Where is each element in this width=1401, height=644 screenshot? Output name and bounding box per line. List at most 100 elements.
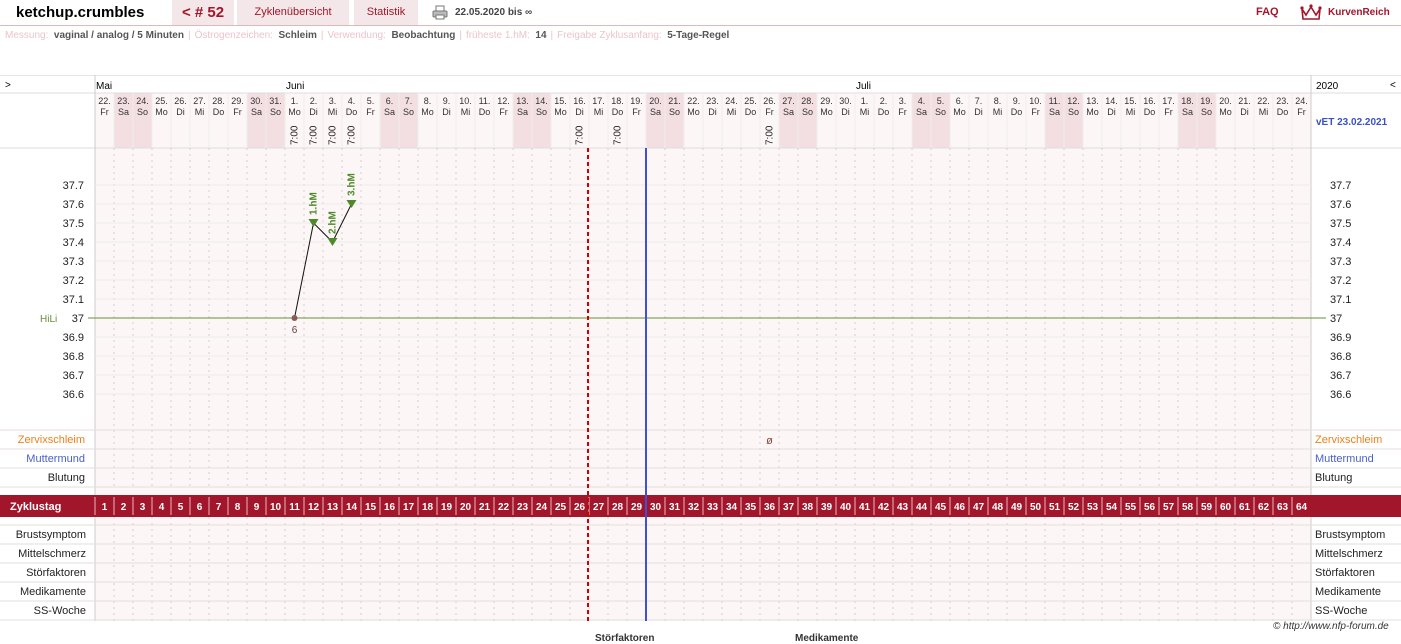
weekday-label: Fr: [499, 107, 508, 117]
y-tick-label-right: 37.4: [1330, 237, 1351, 249]
day-date-label: 3.: [329, 96, 337, 106]
day-date-label: 10.: [459, 96, 472, 106]
day-date-label: 11.: [1049, 96, 1061, 106]
day-date-label: 12.: [497, 96, 510, 106]
cycle-day-number: 41: [859, 502, 871, 513]
statistics-tab[interactable]: Statistik: [354, 0, 418, 25]
cycle-day-number: 13: [327, 502, 339, 513]
setting-label: Verwendung:: [327, 30, 386, 41]
day-date-label: 1.: [291, 96, 299, 106]
weekday-label: Do: [745, 107, 757, 117]
faq-link[interactable]: FAQ: [1256, 0, 1279, 25]
day-date-label: 26.: [174, 96, 187, 106]
y-tick-label-right: 36.9: [1330, 332, 1351, 344]
cycle-day-number: 48: [992, 502, 1004, 513]
settings-separator: |: [320, 30, 324, 41]
day-date-label: 7.: [405, 96, 413, 106]
y-tick-label-right: 37.5: [1330, 218, 1351, 230]
setting-value: 5-Tage-Regel: [667, 30, 730, 41]
cycle-day-number: 9: [254, 502, 260, 513]
cycle-day-number: 33: [707, 502, 719, 513]
nav-next-arrow[interactable]: >: [5, 80, 11, 91]
cycle-day-number: 25: [555, 502, 567, 513]
day-date-label: 5.: [367, 96, 375, 106]
cycle-day-number: 63: [1277, 502, 1289, 513]
cycle-day-number: 8: [235, 502, 241, 513]
weekday-label: So: [1068, 107, 1079, 117]
day-date-label: 24.: [725, 96, 738, 106]
day-date-label: 6.: [956, 96, 964, 106]
weekday-label: Di: [176, 107, 185, 117]
day-date-label: 29.: [820, 96, 833, 106]
weekday-label: Mi: [860, 107, 870, 117]
day-date-label: 25.: [744, 96, 757, 106]
printer-icon[interactable]: [432, 5, 448, 20]
weekday-label: Mo: [953, 107, 966, 117]
weekday-label: Fr: [233, 107, 242, 117]
cycle-day-number: 7: [216, 502, 222, 513]
cycle-number-button[interactable]: < # 52: [172, 0, 234, 25]
day-date-label: 19.: [1200, 96, 1213, 106]
day-date-label: 14.: [535, 96, 548, 106]
weekday-label: Fr: [100, 107, 109, 117]
cycle-day-number: 43: [897, 502, 909, 513]
cycle-overview-tab[interactable]: Zyklenübersicht: [237, 0, 349, 25]
weekday-label: Mi: [461, 107, 471, 117]
nav-prev-arrow[interactable]: <: [1390, 80, 1396, 91]
weekday-label: Fr: [898, 107, 907, 117]
y-tick-label-right: 36.6: [1330, 389, 1351, 401]
cycle-day-number: 56: [1144, 502, 1156, 513]
weekday-label: So: [935, 107, 946, 117]
date-range: 22.05.2020 bis ∞: [455, 7, 533, 18]
y-tick-label-left: 36.7: [63, 370, 84, 382]
cycle-day-number: 31: [669, 502, 681, 513]
brand-name[interactable]: KurvenReich: [1328, 0, 1390, 25]
day-date-label: 19.: [630, 96, 643, 106]
measurement-time-label: 7:00: [575, 125, 586, 145]
cycle-day-number: 35: [745, 502, 757, 513]
weekday-label: Sa: [783, 107, 794, 117]
cycle-day-number: 14: [346, 502, 358, 513]
username[interactable]: ketchup.crumbles: [16, 0, 144, 25]
y-tick-label-left: 36.9: [63, 332, 84, 344]
higher-measurement-label: 2.hM: [328, 211, 339, 234]
cycle-day-number: 6: [197, 502, 203, 513]
day-date-label: 5.: [937, 96, 945, 106]
setting-label: früheste 1.hM:: [465, 30, 530, 41]
cycle-day-number: 1: [102, 502, 108, 513]
cycle-day-number: 34: [726, 502, 738, 513]
cycle-day-number: 60: [1220, 502, 1232, 513]
weekday-label: Mi: [993, 107, 1003, 117]
symptom-row-label: Mittelschmerz: [18, 548, 86, 560]
day-date-label: 20.: [649, 96, 662, 106]
cycle-day-number: 27: [593, 502, 605, 513]
year-label: 2020: [1316, 81, 1339, 92]
weekday-label: Fr: [1297, 107, 1306, 117]
weekday-label: Mi: [594, 107, 604, 117]
y-tick-label-left: 37.7: [63, 180, 84, 192]
cycle-day-number: 23: [517, 502, 529, 513]
hili-label: HiLi: [40, 314, 57, 325]
y-tick-label-right: 36.8: [1330, 351, 1351, 363]
observation-row-label: Zervixschleim: [18, 434, 85, 446]
weekday-label: Mo: [687, 107, 700, 117]
cycle-day-number: 18: [422, 502, 434, 513]
symptom-row-label: Störfaktoren: [26, 567, 86, 579]
y-tick-label-right: 37.2: [1330, 275, 1351, 287]
copyright[interactable]: © http://www.nfp-forum.de: [1273, 621, 1389, 632]
cycle-day-number: 5: [178, 502, 184, 513]
day-date-label: 11.: [479, 96, 491, 106]
cycle-day-number: 50: [1030, 502, 1042, 513]
weekday-label: Sa: [916, 107, 927, 117]
day-date-label: 7.: [975, 96, 983, 106]
day-date-label: 21.: [668, 96, 681, 106]
measurement-time-label: 7:00: [613, 125, 624, 145]
y-tick-label-right: 37.7: [1330, 180, 1351, 192]
cycle-day-number: 10: [270, 502, 282, 513]
day-date-label: 27.: [782, 96, 795, 106]
weekday-label: Do: [346, 107, 358, 117]
cycle-day-number: 16: [384, 502, 396, 513]
weekday-label: Di: [1107, 107, 1116, 117]
weekday-label: So: [669, 107, 680, 117]
day-date-label: 8.: [424, 96, 432, 106]
